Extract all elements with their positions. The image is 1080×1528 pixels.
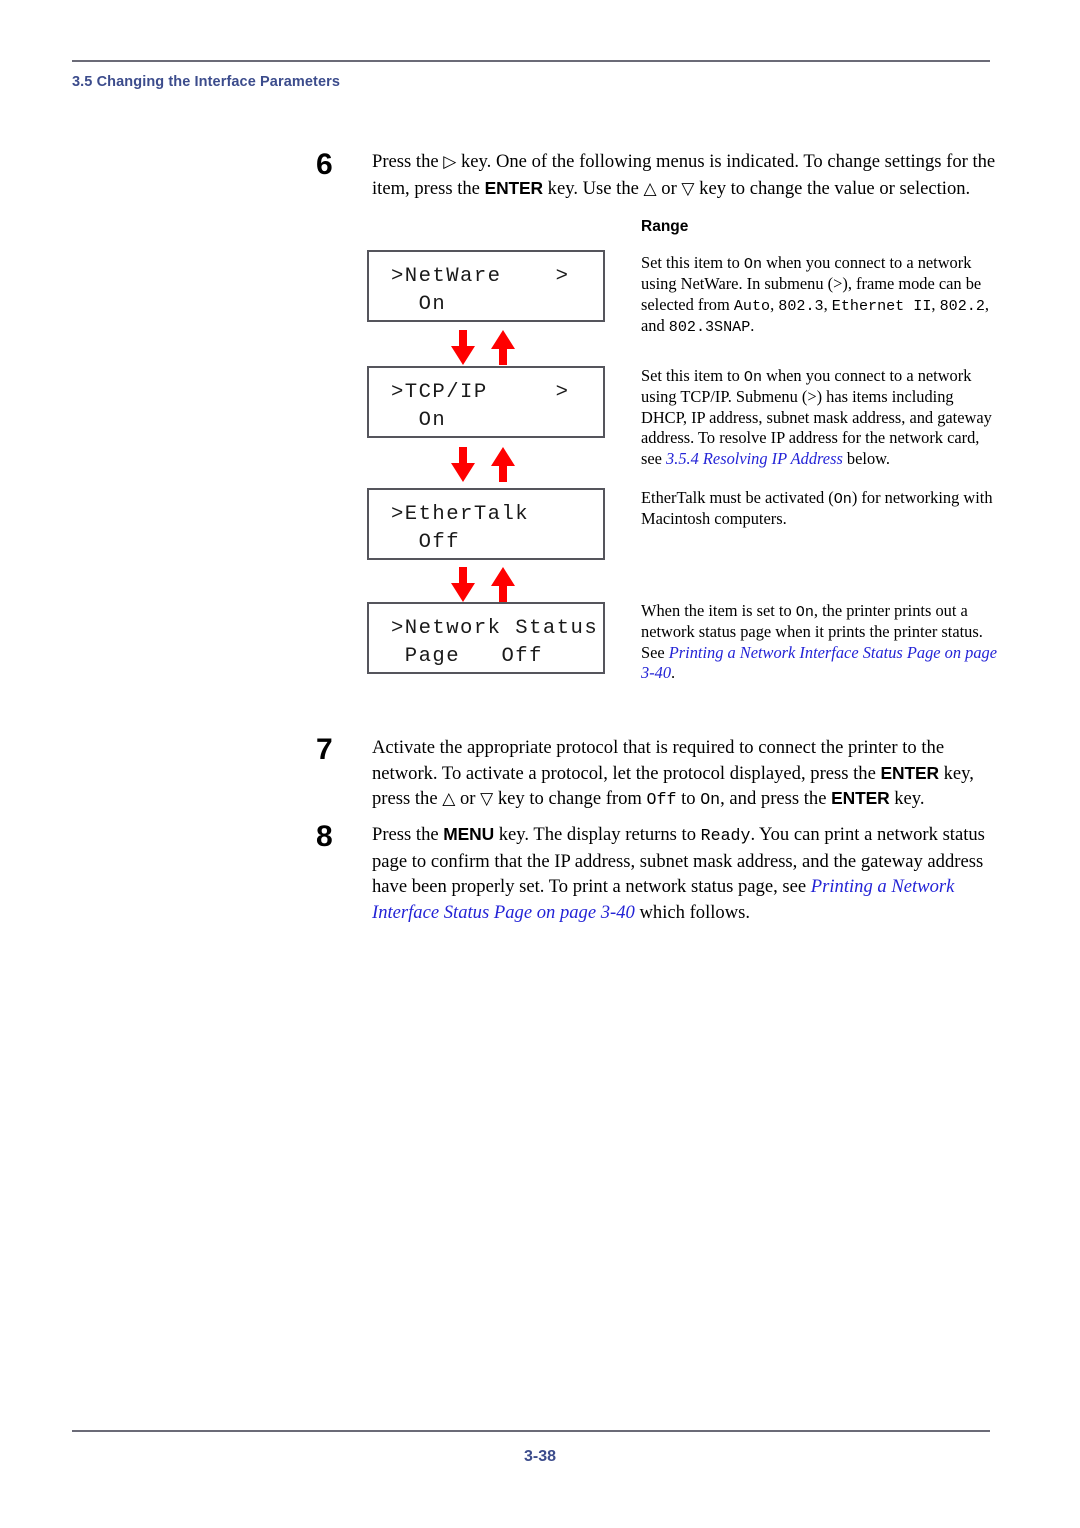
lcd-ethertalk-line2: Off	[391, 531, 461, 554]
ethertalk-desc-p1: EtherTalk must be activated (	[641, 488, 834, 507]
netware-desc-8023snap: 802.3SNAP	[668, 318, 751, 337]
step-text-8: Press the MENU key. The display returns …	[372, 822, 996, 925]
step7-value-off: Off	[646, 790, 677, 809]
arrow-pair-3	[367, 565, 605, 605]
arrow-down-icon	[450, 330, 476, 366]
up-triangle-key-icon: △	[442, 789, 456, 809]
step6-text-part-5: key to change the value or selection.	[694, 177, 971, 199]
step8-text-part-4: which follows.	[634, 901, 751, 923]
range-description-tcpip: Set this item to On when you connect to …	[641, 366, 997, 469]
arrow-up-icon	[490, 330, 516, 366]
step7-text-part-5: to	[676, 788, 701, 809]
enter-key-label: ENTER	[484, 177, 544, 198]
lcd-netware-line2: On	[391, 293, 447, 316]
step-number-6: 6	[316, 148, 333, 181]
netware-desc-8022: 802.2	[939, 296, 985, 315]
ethertalk-desc-on: On	[833, 490, 852, 508]
netstatus-desc-p3: .	[671, 663, 676, 683]
netware-desc-p7: .	[750, 316, 755, 336]
netware-desc-p5: ,	[931, 294, 940, 314]
netstatus-desc-on: On	[795, 603, 814, 621]
step-text-7: Activate the appropriate protocol that i…	[372, 735, 996, 813]
range-description-netware: Set this item to On when you connect to …	[641, 253, 997, 338]
header-rule	[72, 60, 990, 62]
lcd-network-status-line1: >Network Status	[391, 617, 599, 640]
step-number-7: 7	[316, 733, 333, 766]
tcpip-desc-p1: Set this item to	[641, 366, 744, 385]
lcd-network-status-line2: Page Off	[391, 645, 543, 668]
link-resolving-ip-address[interactable]: 3.5.4 Resolving IP Address	[666, 449, 843, 468]
down-triangle-key-icon: ▽	[480, 789, 494, 809]
step8-text-part-1: Press the	[372, 824, 444, 845]
netware-desc-p4: ,	[823, 294, 832, 314]
range-description-network-status-page: When the item is set to On, the printer …	[641, 601, 997, 684]
netware-desc-8023: 802.3	[778, 296, 824, 315]
link-printing-network-interface-status-page[interactable]: Printing a Network Interface Status Page…	[641, 643, 997, 682]
lcd-tcpip-line1: >TCP/IP	[391, 381, 488, 404]
step6-text-part-4: or	[656, 177, 682, 199]
right-triangle-key-icon: ▷	[443, 152, 457, 172]
step8-value-ready: Ready	[700, 826, 751, 845]
step8-text-part-2: key. The display returns to	[494, 824, 701, 845]
lcd-panel-netware: >NetWare > On	[367, 250, 605, 322]
step6-text-part-3: key. Use the	[543, 177, 644, 199]
step6-text-part-1: Press the	[372, 151, 444, 172]
range-description-ethertalk: EtherTalk must be activated (On) for net…	[641, 488, 997, 530]
range-column-heading: Range	[641, 218, 689, 235]
lcd-netware-submenu-marker: >	[555, 265, 568, 288]
menu-key-label: MENU	[443, 824, 495, 844]
step-number-8: 8	[316, 820, 333, 853]
arrow-pair-1	[367, 328, 605, 368]
lcd-panel-ethertalk: >EtherTalk Off	[367, 488, 605, 560]
step-text-6: Press the ▷ key. One of the following me…	[372, 149, 996, 202]
step7-text-part-1: Activate the appropriate protocol that i…	[372, 737, 945, 784]
netstatus-desc-p1: When the item is set to	[641, 601, 796, 620]
netware-desc-ethernet2: Ethernet II	[831, 296, 932, 315]
step7-text-part-3: or	[455, 788, 481, 809]
tcpip-desc-on: On	[743, 368, 763, 386]
enter-key-label: ENTER	[831, 788, 890, 808]
arrow-up-icon	[490, 567, 516, 603]
arrow-up-icon	[490, 447, 516, 483]
lcd-tcpip-submenu-marker: >	[555, 381, 568, 404]
up-triangle-key-icon: △	[643, 178, 657, 199]
lcd-ethertalk-line1: >EtherTalk	[391, 503, 530, 526]
down-triangle-key-icon: ▽	[681, 178, 695, 199]
footer-page-number: 3-38	[523, 1448, 557, 1465]
lcd-panel-tcpip: >TCP/IP > On	[367, 366, 605, 438]
footer-rule	[72, 1430, 990, 1432]
arrow-down-icon	[450, 567, 476, 603]
tcpip-desc-p3: below.	[842, 448, 891, 468]
arrow-down-icon	[450, 447, 476, 483]
step7-text-part-7: key.	[889, 788, 925, 809]
lcd-netware-line1: >NetWare	[391, 265, 502, 288]
arrow-pair-2	[367, 445, 605, 485]
page-header-title: 3.5 Changing the Interface Parameters	[72, 74, 341, 90]
step7-text-part-6: , and press the	[720, 788, 832, 809]
lcd-tcpip-line2: On	[391, 409, 447, 432]
netware-desc-p1: Set this item to	[641, 253, 744, 272]
step7-text-part-4: key to change from	[493, 788, 647, 809]
step7-value-on: On	[700, 790, 721, 809]
netware-desc-on: On	[743, 255, 763, 273]
netware-desc-auto: Auto	[733, 296, 771, 315]
enter-key-label: ENTER	[880, 762, 940, 783]
lcd-panel-network-status-page: >Network Status Page Off	[367, 602, 605, 674]
